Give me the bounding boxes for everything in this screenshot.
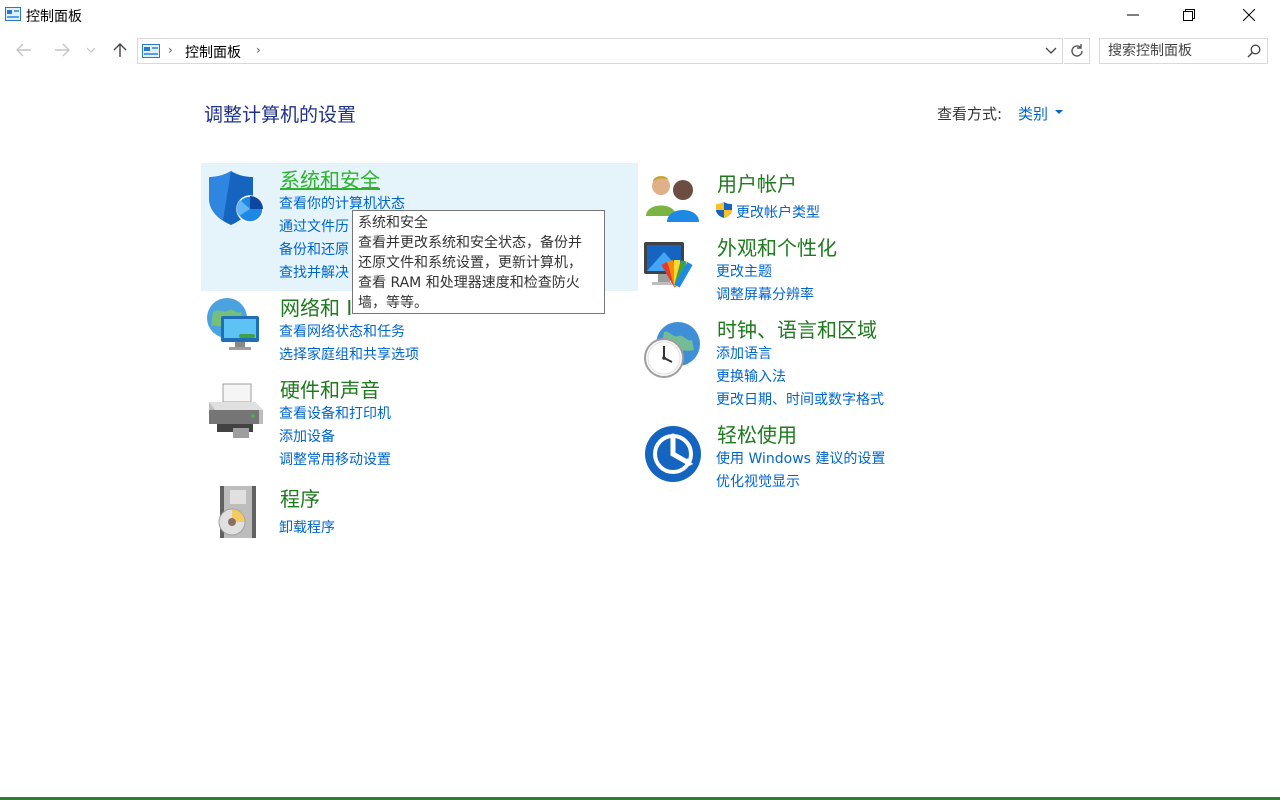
network-icon[interactable] — [205, 294, 265, 354]
chevron-down-icon — [87, 47, 95, 53]
recent-locations-button[interactable] — [82, 38, 100, 62]
page-title: 调整计算机的设置 — [204, 104, 357, 126]
search-box[interactable] — [1099, 38, 1268, 64]
category-appearance[interactable]: 外观和个性化 — [717, 232, 837, 261]
refresh-icon — [1070, 44, 1083, 57]
clock-globe-icon[interactable] — [642, 320, 702, 380]
link-add-language[interactable]: 添加语言 — [716, 343, 772, 363]
category-hardware-sound[interactable]: 硬件和声音 — [280, 374, 380, 403]
address-bar[interactable]: › 控制面板 › — [137, 38, 1063, 64]
link-file-history[interactable]: 通过文件历 — [279, 216, 349, 236]
link-add-device[interactable]: 添加设备 — [279, 426, 335, 446]
tooltip-line: 查看 RAM 和处理器速度和检查防火 — [358, 275, 580, 291]
printer-icon[interactable] — [205, 380, 265, 440]
refresh-button[interactable] — [1064, 38, 1090, 64]
search-icon[interactable] — [1247, 44, 1261, 58]
control-panel-icon — [142, 44, 160, 58]
users-icon[interactable] — [643, 168, 703, 228]
arrow-up-icon — [113, 43, 127, 57]
uac-shield-icon — [716, 202, 732, 218]
link-troubleshoot[interactable]: 查找并解决 — [279, 262, 349, 282]
navigation-bar: › 控制面板 › — [0, 36, 1280, 66]
tooltip-line: 墙，等等。 — [358, 295, 428, 311]
arrow-right-icon — [55, 43, 70, 57]
window-title: 控制面板 — [26, 9, 82, 25]
shield-icon[interactable] — [205, 168, 265, 228]
address-dropdown-icon[interactable] — [1044, 44, 1058, 58]
programs-icon[interactable] — [208, 482, 268, 542]
breadcrumb-separator-icon[interactable]: › — [256, 43, 261, 57]
tooltip-line: 系统和安全 — [358, 215, 428, 231]
forward-button[interactable] — [50, 38, 74, 62]
view-by-caret-icon[interactable] — [1055, 110, 1063, 114]
ease-of-access-icon[interactable] — [643, 424, 703, 484]
link-optimize-visual-display[interactable]: 优化视觉显示 — [716, 471, 800, 491]
breadcrumb-separator-icon[interactable]: › — [168, 43, 173, 57]
tooltip-line: 还原文件和系统设置，更新计算机， — [358, 255, 582, 271]
close-button[interactable] — [1220, 0, 1278, 30]
search-input[interactable] — [1108, 42, 1238, 60]
link-windows-recommended-settings[interactable]: 使用 Windows 建议的设置 — [716, 448, 885, 468]
link-mobility-settings[interactable]: 调整常用移动设置 — [279, 449, 391, 469]
category-ease-of-access[interactable]: 轻松使用 — [717, 419, 797, 448]
link-change-theme[interactable]: 更改主题 — [716, 261, 772, 281]
up-button[interactable] — [108, 38, 132, 62]
category-network[interactable]: 网络和 I — [280, 292, 352, 321]
restore-button[interactable] — [1160, 0, 1218, 30]
link-devices-printers[interactable]: 查看设备和打印机 — [279, 403, 391, 423]
title-bar: 控制面板 — [0, 0, 1280, 30]
link-homegroup-sharing[interactable]: 选择家庭组和共享选项 — [279, 344, 419, 364]
category-system-security[interactable]: 系统和安全 — [280, 164, 380, 193]
category-clock-region[interactable]: 时钟、语言和区域 — [717, 314, 877, 343]
minimize-icon — [1127, 14, 1139, 16]
link-network-status[interactable]: 查看网络状态和任务 — [279, 321, 405, 341]
appearance-icon[interactable] — [642, 238, 702, 298]
link-change-input-method[interactable]: 更换输入法 — [716, 366, 786, 386]
view-by-label: 查看方式: — [937, 105, 1003, 123]
view-by-dropdown[interactable]: 类别 — [1018, 103, 1048, 124]
arrow-left-icon — [16, 43, 31, 57]
link-change-account-type[interactable]: 更改帐户类型 — [736, 202, 820, 222]
link-date-time-format[interactable]: 更改日期、时间或数字格式 — [716, 389, 884, 409]
link-uninstall-program[interactable]: 卸载程序 — [279, 517, 335, 537]
minimize-button[interactable] — [1104, 0, 1162, 30]
category-user-accounts[interactable]: 用户帐户 — [717, 168, 797, 197]
restore-icon — [1183, 9, 1195, 21]
category-tooltip: 系统和安全 查看并更改系统和安全状态，备份并 还原文件和系统设置，更新计算机， … — [352, 210, 605, 314]
category-programs[interactable]: 程序 — [280, 483, 320, 512]
link-backup-restore[interactable]: 备份和还原 — [279, 239, 349, 259]
back-button[interactable] — [12, 38, 36, 62]
tooltip-line: 查看并更改系统和安全状态，备份并 — [358, 235, 582, 251]
close-icon — [1243, 9, 1255, 21]
link-screen-resolution[interactable]: 调整屏幕分辨率 — [716, 284, 814, 304]
control-panel-icon — [5, 7, 21, 21]
breadcrumb-control-panel[interactable]: 控制面板 — [185, 42, 241, 62]
